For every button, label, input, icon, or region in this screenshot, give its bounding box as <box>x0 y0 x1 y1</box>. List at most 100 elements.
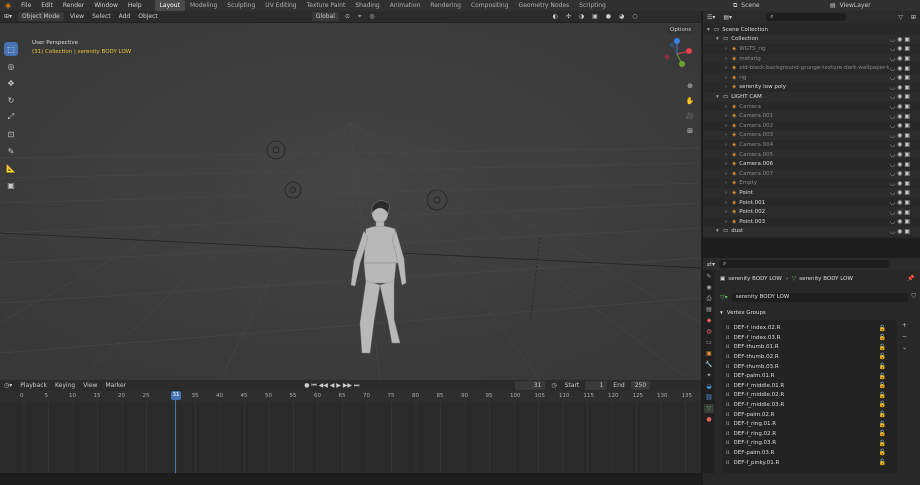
shading-material-icon[interactable]: ◕ <box>615 13 628 20</box>
expand-arrow-icon[interactable]: › <box>725 152 732 158</box>
visibility-toggle-icon[interactable]: ◡◉▣ <box>890 228 912 235</box>
menu-file[interactable]: File <box>16 2 36 9</box>
vertex-group-item[interactable]: ⁞⁞ DEF-palm.03.R 🔓 <box>726 449 896 457</box>
visibility-toggle-icon[interactable]: ◡◉▣ <box>890 55 912 62</box>
tab-sculpting[interactable]: Sculpting <box>222 0 260 11</box>
outliner-row[interactable]: › ◈ Camera.003 ◡◉▣ <box>703 130 920 141</box>
outliner-row[interactable]: › ◈ WGTS_rig ◡◉▣ <box>703 44 920 54</box>
lock-icon[interactable]: 🔓 <box>879 411 886 418</box>
object-mode-dropdown[interactable]: Object Mode <box>18 12 64 21</box>
timeline-ruler[interactable]: 0 5 10 15 20 25 31 35 40 45 50 55 60 65 70 75 80 85 90 95 10… <box>0 391 701 401</box>
outliner-row[interactable]: › ◈ Camera.006 ◡◉▣ <box>703 159 920 169</box>
outliner-row[interactable]: › ◈ old-black-background-grunge-texture-da… <box>703 63 920 73</box>
lock-icon[interactable]: 🔓 <box>879 373 886 380</box>
lock-icon[interactable]: 🔓 <box>879 325 886 332</box>
vertex-group-item[interactable]: ⁞⁞ DEF-f_middle.03.R 🔓 <box>726 401 896 409</box>
lock-icon[interactable]: 🔓 <box>879 401 886 408</box>
outliner-row[interactable]: › ◈ Empty ◡◉▣ <box>703 179 920 189</box>
expand-arrow-icon[interactable]: › <box>725 171 732 177</box>
scene-tab-icon[interactable]: ◆ <box>704 316 714 325</box>
visibility-toggle-icon[interactable]: ◡◉▣ <box>890 218 912 225</box>
tab-scripting[interactable]: Scripting <box>574 0 611 11</box>
tab-uv-editing[interactable]: UV Editing <box>260 0 301 11</box>
vertex-group-item[interactable]: ⁞⁞ DEF-palm.01.R 🔓 <box>726 372 896 380</box>
mesh-name-field[interactable]: serenity BODY LOW <box>731 292 909 302</box>
outliner-row[interactable]: › ◈ Camera.002 ◡◉▣ <box>703 121 920 131</box>
vertex-groups-panel-header[interactable]: ▾ Vertex Groups <box>720 308 916 318</box>
clock-icon[interactable]: ◷ <box>547 382 560 389</box>
editor-type-icon[interactable]: ⊞▾ <box>0 13 16 20</box>
outliner-row[interactable]: › ◈ Point ◡◉▣ <box>703 188 920 198</box>
outliner-row[interactable]: ▾ ▭ Collection ◡◉▣ <box>703 34 920 45</box>
display-mode-icon[interactable]: ▤▾ <box>719 14 736 21</box>
timeline-editor-icon[interactable]: ◷▾ <box>0 382 16 389</box>
visibility-toggle-icon[interactable]: ◡◉▣ <box>890 209 912 216</box>
view-layer-selector[interactable]: ▤ ViewLayer <box>830 1 871 10</box>
outliner-row[interactable]: › ◈ Camera.007 ◡◉▣ <box>703 169 920 179</box>
lock-icon[interactable]: 🔓 <box>879 363 886 370</box>
vertex-groups-list[interactable]: ⁞⁞ DEF-f_index.02.R 🔓 ⁞⁞ DEF-f_index.03.R 🔓 ⁞⁞… <box>722 320 897 473</box>
vertex-group-item[interactable]: ⁞⁞ DEF-f_pinky.01.R 🔓 <box>726 458 896 466</box>
expand-arrow-icon[interactable]: › <box>725 84 732 90</box>
timeline-menu-keying[interactable]: Keying <box>51 382 79 389</box>
visibility-toggle-icon[interactable]: ◡◉▣ <box>890 141 912 148</box>
tab-shading[interactable]: Shading <box>350 0 384 11</box>
remove-vertex-group-button[interactable]: − <box>902 333 907 340</box>
move-tool-icon[interactable]: ✥ <box>4 76 18 90</box>
outliner-row[interactable]: › ◈ Camera.005 ◡◉▣ <box>703 149 920 160</box>
tab-texture-paint[interactable]: Texture Paint <box>302 0 351 11</box>
new-collection-icon[interactable]: ⊞ <box>907 14 920 21</box>
expand-arrow-icon[interactable]: › <box>725 180 732 186</box>
options-button[interactable]: Options <box>667 26 695 34</box>
cursor-tool-icon[interactable]: ◎ <box>4 59 18 73</box>
constraints-tab-icon[interactable]: ⛓ <box>704 393 714 402</box>
transform-orientation-dropdown[interactable]: Global <box>311 12 339 21</box>
timeline-menu-view[interactable]: View <box>79 382 101 389</box>
world-tab-icon[interactable]: ◍ <box>704 327 714 336</box>
outliner-row[interactable]: › ◈ Camera.001 ◡◉▣ <box>703 111 920 121</box>
visibility-toggle-icon[interactable]: ◡◉▣ <box>890 93 912 100</box>
modifier-tab-icon[interactable]: 🔧 <box>704 360 714 369</box>
menu-edit[interactable]: Edit <box>36 2 58 9</box>
vertex-group-item[interactable]: ⁞⁞ DEF-f_ring.01.R 🔓 <box>726 420 896 428</box>
material-tab-icon[interactable]: ● <box>704 415 714 424</box>
expand-arrow-icon[interactable]: › <box>725 46 732 52</box>
expand-arrow-icon[interactable]: › <box>725 142 732 148</box>
lock-icon[interactable]: 🔓 <box>879 353 886 360</box>
expand-arrow-icon[interactable]: › <box>725 113 732 119</box>
timeline-menu-marker[interactable]: Marker <box>101 382 130 389</box>
visibility-toggle-icon[interactable]: ◡◉▣ <box>890 84 912 91</box>
outliner-row[interactable]: › ◈ Point.001 ◡◉▣ <box>703 198 920 208</box>
expand-arrow-icon[interactable]: › <box>725 161 732 167</box>
expand-arrow-icon[interactable]: ▾ <box>716 228 723 234</box>
expand-arrow-icon[interactable]: › <box>725 65 732 71</box>
vertex-group-specials-icon[interactable]: ⌄ <box>902 344 907 351</box>
playback-controls[interactable]: ● ⏮ ◀◀ ◀ ▶ ▶▶ ⏭ <box>300 382 363 390</box>
outliner-editor-icon[interactable]: ☰▾ <box>703 14 719 21</box>
outliner-row[interactable]: › ◈ serenity low poly ◡◉▣ <box>703 83 920 93</box>
annotate-tool-icon[interactable]: ✎ <box>4 144 18 158</box>
lock-icon[interactable]: 🔓 <box>879 392 886 399</box>
visibility-toggle-icon[interactable]: ◡◉▣ <box>890 65 912 72</box>
overlays-icon[interactable]: ◑ <box>575 13 588 20</box>
tab-animation[interactable]: Animation <box>385 0 426 11</box>
viewport-menu-select[interactable]: Select <box>88 13 115 20</box>
collection-tab-icon[interactable]: ▭ <box>704 338 714 347</box>
outliner-row[interactable]: ▾ ▭ LIGHT CAM ◡◉▣ <box>703 92 920 102</box>
visibility-icon[interactable]: ◐ <box>549 13 562 20</box>
object-tab-icon[interactable]: ▣ <box>704 349 714 358</box>
expand-arrow-icon[interactable]: › <box>725 132 732 138</box>
measure-tool-icon[interactable]: 📐 <box>4 161 18 175</box>
rotate-tool-icon[interactable]: ↻ <box>4 93 18 107</box>
outliner-row[interactable]: ▾ ▭ dust ◡◉▣ <box>703 226 920 237</box>
visibility-toggle-icon[interactable]: ◡◉▣ <box>890 170 912 177</box>
add-cube-tool-icon[interactable]: ▣ <box>4 178 18 192</box>
pan-hand-icon[interactable]: ✋ <box>684 95 696 107</box>
menu-window[interactable]: Window <box>89 2 123 9</box>
viewport-menu-view[interactable]: View <box>66 13 88 20</box>
visibility-toggle-icon[interactable]: ◡◉▣ <box>890 199 912 206</box>
visibility-toggle-icon[interactable]: ◡◉▣ <box>890 122 912 129</box>
vertex-group-item[interactable]: ⁞⁞ DEF-thumb.03.R 🔓 <box>726 362 896 370</box>
menu-render[interactable]: Render <box>58 2 89 9</box>
viewport-menu-add[interactable]: Add <box>115 13 135 20</box>
